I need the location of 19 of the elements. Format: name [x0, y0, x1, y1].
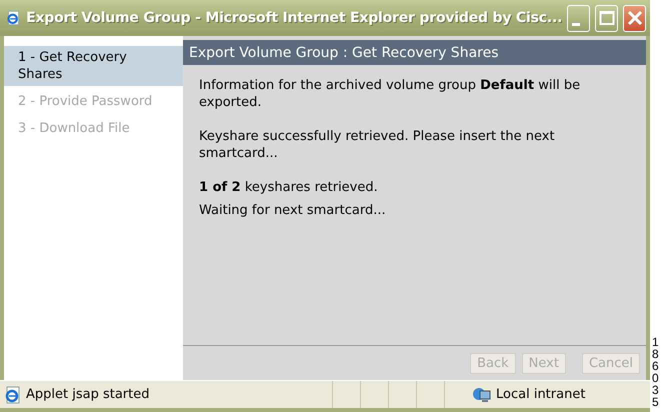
message-text: Keyshare successfully retrieved. Please insert the next smartcard... [199, 128, 556, 162]
maximize-icon [598, 10, 615, 26]
close-icon [626, 10, 643, 26]
security-zone: Local intranet [496, 387, 586, 402]
window-title: Export Volume Group - Microsoft Internet Explorer provided by Cisc... [26, 10, 562, 26]
close-button[interactable] [623, 4, 646, 32]
maximize-button[interactable] [595, 4, 618, 32]
message-text: Waiting for next smartcard... [199, 202, 387, 219]
browser-icon [6, 9, 22, 27]
panel-title: Export Volume Group : Get Recovery Shares [183, 40, 646, 65]
figure-number: 186035 [652, 336, 660, 408]
message-text: 1 of 2 keyshares retrieved. [199, 179, 379, 196]
browser-icon [4, 386, 22, 404]
minimize-icon [572, 22, 580, 26]
wizard-step[interactable]: 1 - Get Recovery Shares [4, 46, 183, 86]
network-icon [472, 386, 492, 404]
message-text: Information for the archived volume group Default will be exported. [199, 77, 582, 111]
minimize-button[interactable] [567, 4, 590, 32]
status-message: Applet jsap started [26, 387, 150, 402]
